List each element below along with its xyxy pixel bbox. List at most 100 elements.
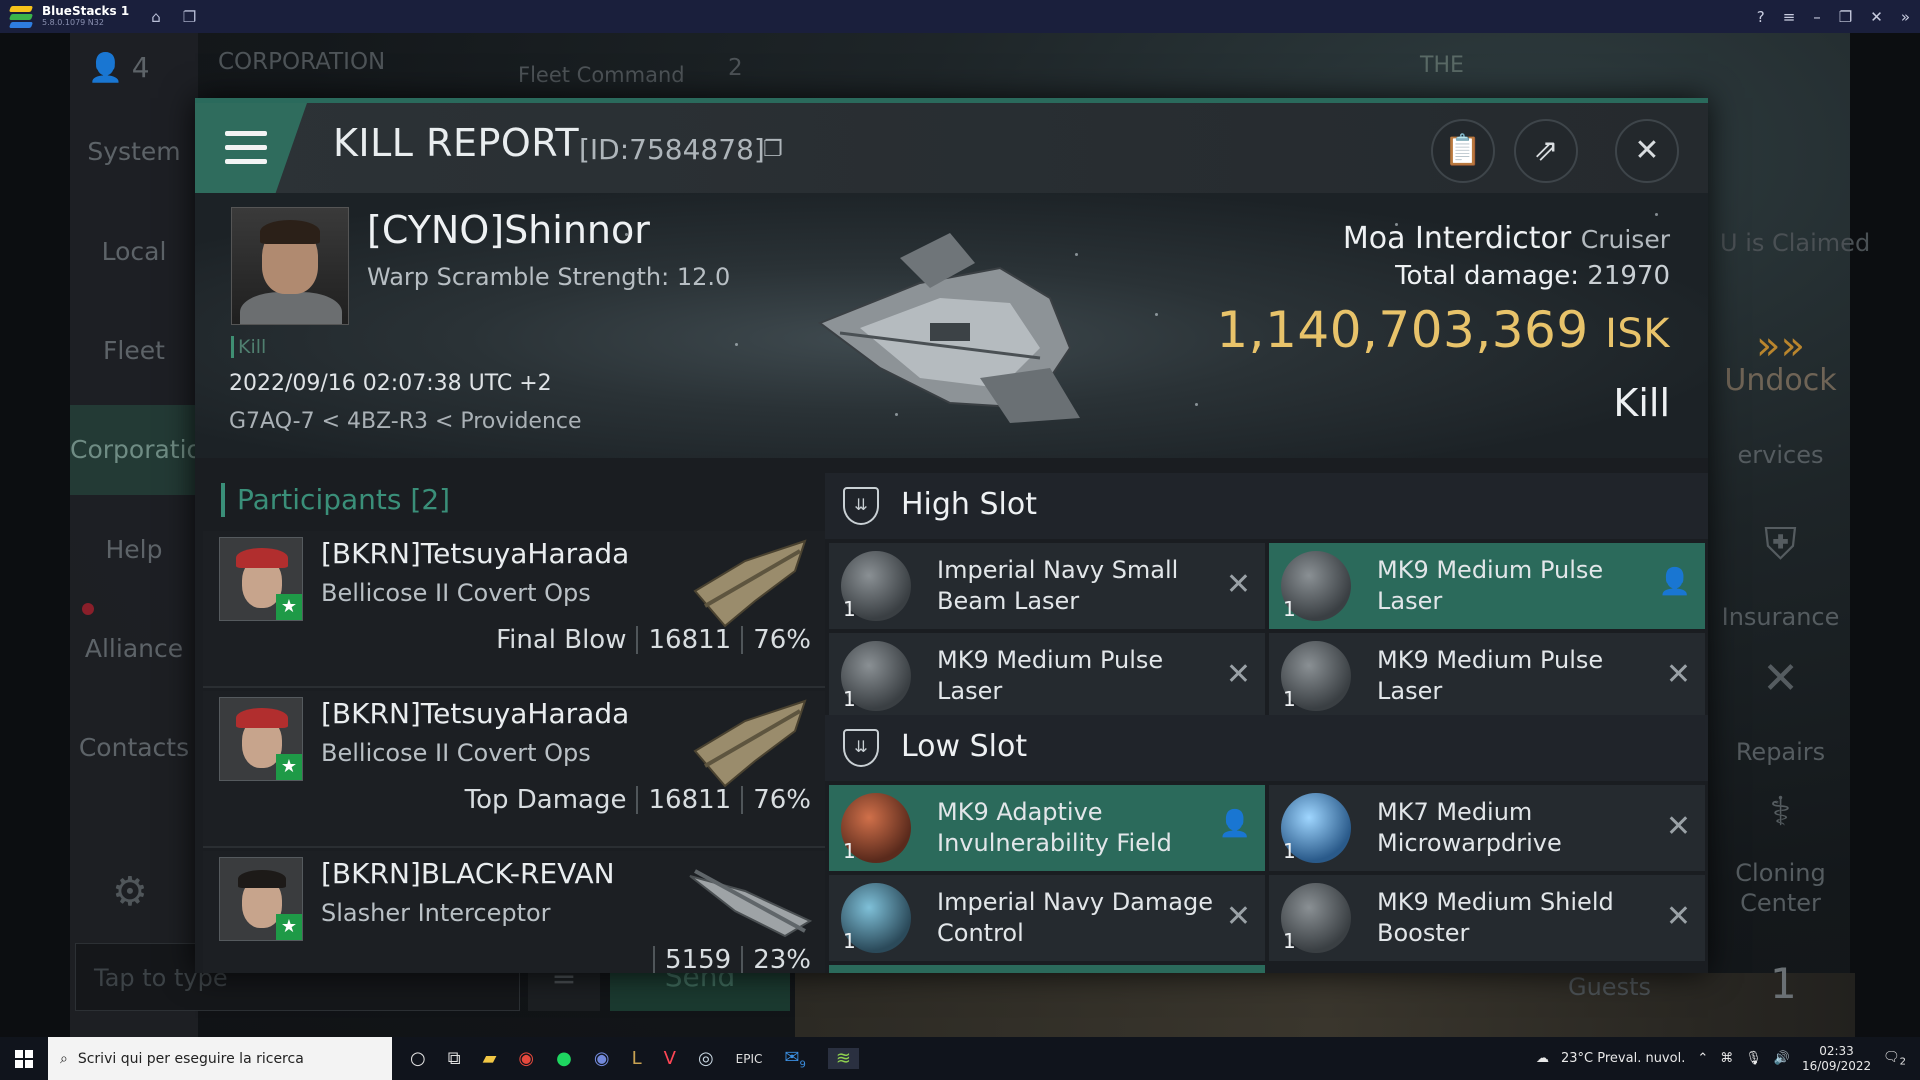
cloning-center-button[interactable]: Cloning Center — [1708, 858, 1853, 918]
participant-damage: 16811 — [648, 785, 732, 815]
file-explorer-icon[interactable]: ▰ — [483, 1048, 497, 1069]
high-slot-item[interactable]: 1 MK9 Medium Pulse Laser ✕ — [829, 633, 1265, 719]
station-services-panel: »» Undock ervices ⛨ Insurance ✕ Repairs … — [1708, 33, 1853, 1037]
settings-gear-icon[interactable]: ⚙ — [112, 869, 148, 915]
nav-local[interactable]: Local — [70, 237, 198, 266]
total-damage-value: 21970 — [1587, 261, 1670, 291]
participant-avatar: ★ — [219, 697, 303, 781]
slot-item-partial[interactable] — [829, 965, 1265, 973]
epic-games-icon[interactable]: EPIC — [736, 1052, 763, 1066]
destroyed-x-icon: ✕ — [1665, 657, 1691, 692]
valorant-icon[interactable]: V — [664, 1048, 676, 1069]
nav-system[interactable]: System — [70, 137, 198, 166]
victim-name[interactable]: [CYNO]Shinnor — [367, 208, 650, 252]
participant-ship: Slasher Interceptor — [321, 899, 551, 927]
module-qty: 1 — [843, 929, 856, 953]
collapse-sidebar-icon[interactable]: » — [1901, 8, 1910, 26]
services-label: ervices — [1737, 441, 1824, 469]
participant-avatar: ★ — [219, 537, 303, 621]
cortana-icon[interactable]: ○ — [410, 1048, 426, 1069]
search-icon: ⌕ — [60, 1050, 68, 1067]
cloning-icon[interactable]: ⚕ — [1708, 789, 1853, 835]
tray-chevron-icon[interactable]: ⌃ — [1697, 1051, 1708, 1066]
kill-result: Kill — [1613, 381, 1670, 425]
help-icon[interactable]: ? — [1757, 8, 1765, 26]
multi-instance-icon[interactable]: ❐ — [183, 8, 196, 26]
notifications-icon[interactable]: 🗨2 — [1883, 1050, 1906, 1068]
isk-unit: ISK — [1605, 311, 1670, 357]
nav-alliance[interactable]: Alliance — [70, 634, 198, 663]
participants-header: Participants [2] — [221, 483, 450, 517]
module-qty: 1 — [1283, 687, 1296, 711]
low-slot-item[interactable]: 1 Imperial Navy Damage Control ✕ — [829, 875, 1265, 961]
kill-location: G7AQ-7 < 4BZ-R3 < Providence — [229, 409, 582, 434]
league-icon[interactable]: L — [632, 1048, 642, 1069]
outlook-icon[interactable]: ✉9 — [784, 1047, 805, 1071]
close-button[interactable]: ✕ — [1615, 119, 1679, 183]
destroyed-x-icon: ✕ — [1665, 899, 1691, 934]
nav-corporation[interactable]: Corporation — [70, 405, 218, 495]
participant-tag: Top Damage — [464, 785, 627, 815]
nav-fleet[interactable]: Fleet — [70, 336, 198, 365]
corporation-tab[interactable]: CORPORATION — [218, 49, 385, 75]
bluestacks-taskbar-icon[interactable]: ≋ — [827, 1048, 859, 1069]
repairs-icon[interactable]: ✕ — [1708, 653, 1853, 704]
victim-ship-name[interactable]: Moa Interdictor — [1343, 221, 1571, 256]
game-viewport: 👤 4 System Local Fleet Corporation Help … — [0, 33, 1920, 1037]
insurance-button[interactable]: Insurance — [1708, 603, 1853, 631]
steam-icon[interactable]: ◎ — [698, 1048, 714, 1069]
high-slot-item[interactable]: 1 MK9 Medium Pulse Laser ✕ — [1269, 633, 1705, 719]
spotify-icon[interactable]: ● — [556, 1048, 572, 1069]
star-badge-icon: ★ — [276, 914, 302, 940]
copy-id-icon[interactable]: ❐ — [763, 137, 783, 162]
restore-icon[interactable]: ❐ — [1839, 8, 1852, 26]
kill-timestamp: 2022/09/16 02:07:38 UTC +2 — [229, 371, 552, 396]
participant-row[interactable]: ★ [BKRN]BLACK-REVAN Slasher Interceptor … — [203, 851, 825, 973]
module-qty: 1 — [1283, 839, 1296, 863]
repairs-button[interactable]: Repairs — [1708, 738, 1853, 766]
nav-contacts[interactable]: Contacts — [70, 733, 198, 762]
hamburger-menu-icon[interactable] — [195, 103, 307, 193]
weather-text[interactable]: 23°C Preval. nuvol. — [1561, 1051, 1685, 1066]
guests-label: Guests — [1568, 973, 1651, 1001]
participants-list[interactable]: ★ [BKRN]TetsuyaHarada Bellicose II Cover… — [203, 531, 825, 973]
task-view-icon[interactable]: ⧉ — [448, 1048, 461, 1069]
close-icon[interactable]: ✕ — [1870, 8, 1883, 26]
participant-name: [BKRN]TetsuyaHarada — [321, 537, 630, 570]
windows-taskbar: ⌕ Scrivi qui per eseguire la ricerca ○ ⧉… — [0, 1037, 1920, 1080]
dropped-person-icon: 👤 — [1218, 809, 1251, 839]
network-icon[interactable]: ⌘ — [1720, 1051, 1733, 1066]
victim-portrait[interactable] — [231, 207, 349, 325]
high-slot-item[interactable]: 1 Imperial Navy Small Beam Laser ✕ — [829, 543, 1265, 629]
windows-start-icon[interactable] — [0, 1037, 48, 1080]
undock-button[interactable]: Undock — [1708, 363, 1853, 398]
discord-icon[interactable]: ◉ — [594, 1048, 610, 1069]
clipboard-button[interactable]: 📋 — [1431, 119, 1495, 183]
taskbar-search[interactable]: ⌕ Scrivi qui per eseguire la ricerca — [48, 1037, 392, 1080]
kill-report-id: [ID:7584878] — [579, 133, 765, 166]
chrome-icon[interactable]: ◉ — [518, 1048, 534, 1069]
participant-ship: Bellicose II Covert Ops — [321, 739, 591, 767]
participant-row[interactable]: ★ [BKRN]TetsuyaHarada Bellicose II Cover… — [203, 531, 825, 688]
bluestacks-name: BlueStacks 1 — [42, 3, 130, 18]
menu-icon[interactable]: ≡ — [1783, 8, 1796, 26]
high-slot-item[interactable]: 1 MK9 Medium Pulse Laser 👤 — [1269, 543, 1705, 629]
low-slot-item[interactable]: 1 MK7 Medium Microwarpdrive ✕ — [1269, 785, 1705, 871]
microphone-icon[interactable]: 🎙 — [1745, 1051, 1762, 1066]
participant-percent: 76% — [753, 625, 811, 655]
fleet-command-tab[interactable]: Fleet Command — [518, 63, 685, 87]
destroyed-x-icon: ✕ — [1225, 657, 1251, 692]
module-name: MK9 Medium Pulse Laser — [937, 646, 1164, 705]
participants-label: Participants — [237, 483, 402, 516]
warp-scramble-strength: Warp Scramble Strength: 12.0 — [367, 263, 731, 291]
low-slot-item[interactable]: 1 MK9 Adaptive Invulnerability Field 👤 — [829, 785, 1265, 871]
insurance-icon[interactable]: ⛨ — [1708, 519, 1853, 570]
low-slot-item[interactable]: 1 MK9 Medium Shield Booster ✕ — [1269, 875, 1705, 961]
home-icon[interactable]: ⌂ — [151, 8, 161, 26]
nav-help[interactable]: Help — [70, 535, 198, 564]
minimize-icon[interactable]: – — [1813, 8, 1821, 26]
share-button[interactable]: ⇗ — [1514, 119, 1578, 183]
volume-icon[interactable]: 🔊 — [1774, 1051, 1790, 1066]
total-damage-label: Total damage: — [1395, 261, 1580, 291]
participant-row[interactable]: ★ [BKRN]TetsuyaHarada Bellicose II Cover… — [203, 691, 825, 848]
